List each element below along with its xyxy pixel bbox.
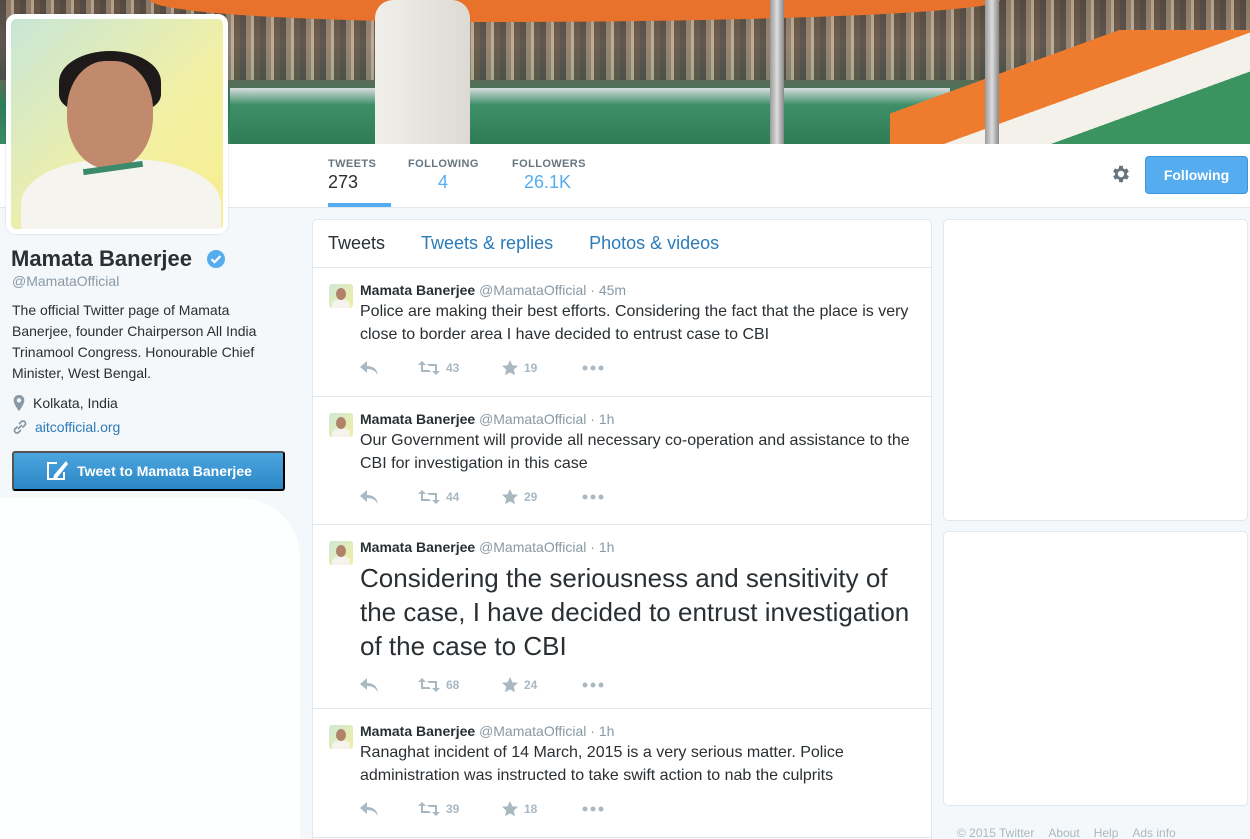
- compose-feather-icon: [45, 460, 69, 482]
- tweet-actions: 68 24: [360, 675, 911, 695]
- stat-following-value: 4: [438, 172, 449, 192]
- right-module-top: [943, 219, 1248, 521]
- tweet-avatar[interactable]: [329, 413, 353, 437]
- stat-followers[interactable]: FOLLOWERS 26.1K: [512, 144, 592, 207]
- tab-tweets-replies[interactable]: Tweets & replies: [421, 233, 553, 254]
- favorite-button[interactable]: 18: [502, 801, 582, 817]
- tweet-author-name[interactable]: Mamata Banerjee: [360, 723, 475, 739]
- retweet-count: 43: [446, 361, 460, 375]
- reply-icon[interactable]: [360, 361, 418, 375]
- tweet-author-name[interactable]: Mamata Banerjee: [360, 282, 475, 298]
- more-options-icon[interactable]: [582, 494, 604, 500]
- stat-tweets-label: TWEETS: [328, 158, 377, 170]
- stat-following-label: FOLLOWING: [408, 158, 479, 170]
- profile-handle[interactable]: @MamataOfficial: [12, 273, 119, 289]
- retweet-count: 39: [446, 802, 460, 816]
- retweet-button[interactable]: 43: [418, 361, 502, 375]
- tweet-avatar[interactable]: [329, 284, 353, 308]
- tweet-author-handle[interactable]: @MamataOfficial: [479, 723, 586, 739]
- footer-about-link[interactable]: About: [1048, 826, 1079, 839]
- more-options-icon[interactable]: [582, 806, 604, 812]
- star-icon: [502, 677, 518, 693]
- tweet-timestamp[interactable]: · 1h: [590, 539, 614, 555]
- retweet-icon: [418, 490, 440, 504]
- footer-ads-info-link[interactable]: Ads info: [1132, 826, 1175, 839]
- left-panel-background: [0, 498, 300, 839]
- tweet-text: Considering the seriousness and sensitiv…: [360, 563, 910, 661]
- tweet-item[interactable]: Mamata Banerjee @MamataOfficial · 1h Our…: [313, 397, 931, 525]
- tweet-text: Our Government will provide all necessar…: [360, 432, 910, 472]
- tweet-timeline: Tweets Tweets & replies Photos & videos …: [312, 219, 932, 839]
- more-options-icon[interactable]: [582, 365, 604, 371]
- stat-followers-label: FOLLOWERS: [512, 158, 586, 170]
- footer-help-link[interactable]: Help: [1094, 826, 1119, 839]
- tweet-avatar[interactable]: [329, 725, 353, 749]
- favorite-button[interactable]: 24: [502, 677, 582, 693]
- retweet-button[interactable]: 68: [418, 678, 502, 692]
- favorite-count: 24: [524, 678, 538, 692]
- favorite-button[interactable]: 29: [502, 489, 582, 505]
- tweet-text: Police are making their best efforts. Co…: [360, 303, 909, 343]
- reply-icon[interactable]: [360, 678, 418, 692]
- profile-location: Kolkata, India: [12, 395, 118, 411]
- right-module-bottom: [943, 531, 1248, 806]
- footer-links: © 2015 Twitter About Help Ads info: [957, 826, 1176, 839]
- tweet-author-name[interactable]: Mamata Banerjee: [360, 411, 475, 427]
- tweet-timestamp[interactable]: · 45m: [590, 282, 626, 298]
- retweet-icon: [418, 678, 440, 692]
- tweet-author-handle[interactable]: @MamataOfficial: [479, 282, 586, 298]
- retweet-icon: [418, 802, 440, 816]
- retweet-button[interactable]: 44: [418, 490, 502, 504]
- favorite-count: 29: [524, 490, 538, 504]
- timeline-tabs: Tweets Tweets & replies Photos & videos: [313, 220, 931, 268]
- tweet-author-name[interactable]: Mamata Banerjee: [360, 539, 475, 555]
- verified-badge-icon: [206, 249, 226, 269]
- profile-avatar[interactable]: [6, 14, 228, 234]
- star-icon: [502, 489, 518, 505]
- link-icon: [12, 419, 28, 435]
- tweet-author-handle[interactable]: @MamataOfficial: [479, 539, 586, 555]
- tweet-item[interactable]: Mamata Banerjee @MamataOfficial · 1h Ran…: [313, 709, 931, 838]
- favorite-count: 19: [524, 361, 538, 375]
- profile-website[interactable]: aitcofficial.org: [12, 419, 120, 435]
- tweet-actions: 39 18: [360, 799, 911, 819]
- tweet-timestamp[interactable]: · 1h: [590, 723, 614, 739]
- website-link[interactable]: aitcofficial.org: [35, 419, 120, 435]
- location-pin-icon: [12, 395, 26, 411]
- reply-icon[interactable]: [360, 490, 418, 504]
- tweet-text: Ranaghat incident of 14 March, 2015 is a…: [360, 744, 844, 784]
- tweet-timestamp[interactable]: · 1h: [590, 411, 614, 427]
- profile-bio: The official Twitter page of Mamata Bane…: [12, 302, 257, 381]
- tweet-actions: 44 29: [360, 487, 911, 507]
- tweet-avatar[interactable]: [329, 541, 353, 565]
- tab-photos-videos[interactable]: Photos & videos: [589, 233, 719, 254]
- stat-following[interactable]: FOLLOWING 4: [408, 144, 488, 207]
- more-options-icon[interactable]: [582, 682, 604, 688]
- retweet-button[interactable]: 39: [418, 802, 502, 816]
- tweet-actions: 43 19: [360, 358, 911, 378]
- retweet-count: 44: [446, 490, 460, 504]
- tweet-item[interactable]: Mamata Banerjee @MamataOfficial · 45m Po…: [313, 268, 931, 397]
- stat-tweets-value: 273: [328, 172, 359, 192]
- favorite-count: 18: [524, 802, 538, 816]
- tweet-to-button[interactable]: Tweet to Mamata Banerjee: [12, 451, 285, 491]
- footer-copyright: © 2015 Twitter: [957, 826, 1035, 839]
- retweet-count: 68: [446, 678, 460, 692]
- tweet-item[interactable]: Mamata Banerjee @MamataOfficial · 1h Con…: [313, 525, 931, 709]
- favorite-button[interactable]: 19: [502, 360, 582, 376]
- stat-tweets[interactable]: TWEETS 273: [328, 144, 391, 207]
- retweet-icon: [418, 361, 440, 375]
- tab-tweets[interactable]: Tweets: [328, 233, 385, 254]
- star-icon: [502, 801, 518, 817]
- following-button[interactable]: Following: [1145, 156, 1248, 194]
- star-icon: [502, 360, 518, 376]
- tweet-author-handle[interactable]: @MamataOfficial: [479, 411, 586, 427]
- reply-icon[interactable]: [360, 802, 418, 816]
- tweet-to-label: Tweet to Mamata Banerjee: [77, 463, 252, 479]
- location-text: Kolkata, India: [33, 395, 118, 411]
- gear-icon[interactable]: [1110, 163, 1132, 185]
- stat-followers-value: 26.1K: [524, 172, 572, 192]
- profile-name[interactable]: Mamata Banerjee: [11, 246, 192, 272]
